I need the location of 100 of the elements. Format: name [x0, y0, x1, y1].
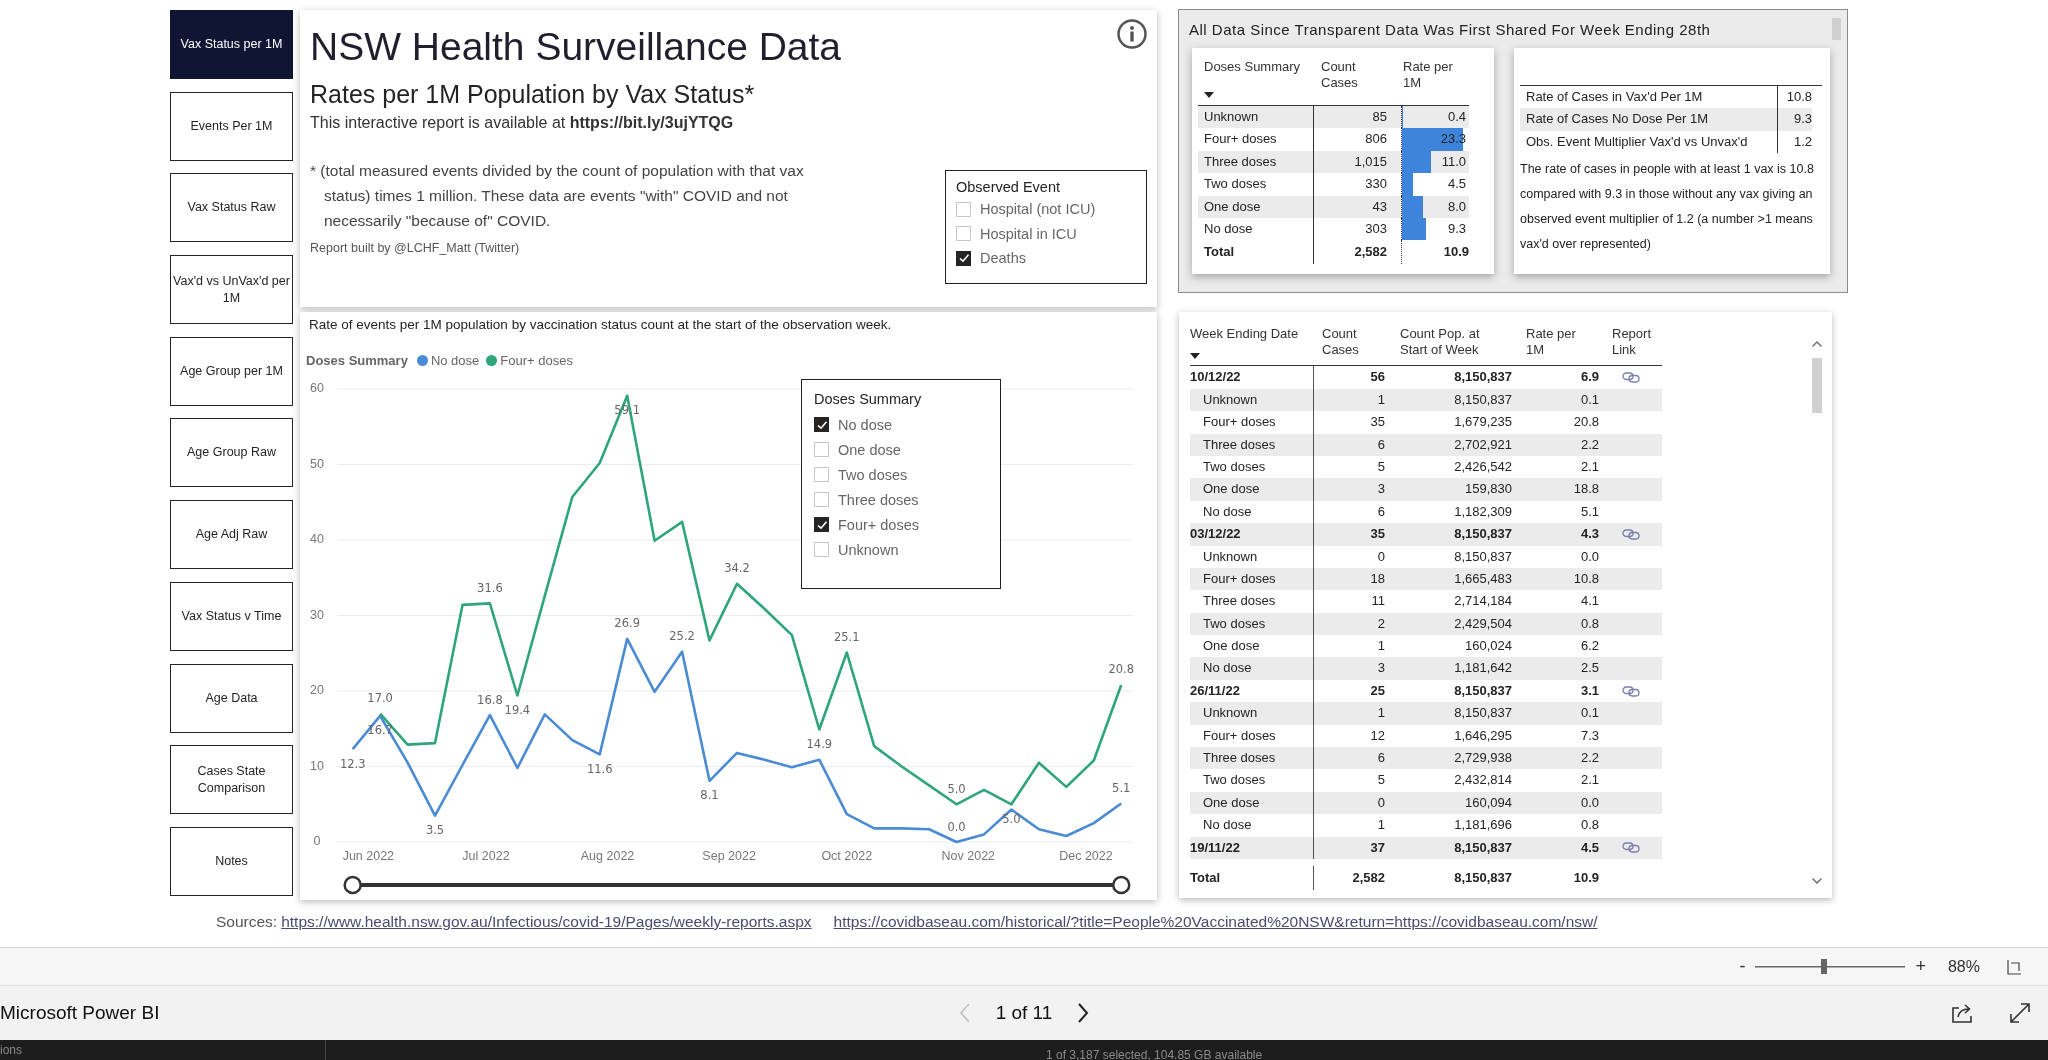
report-title: NSW Health Surveillance Data: [310, 24, 842, 70]
table-cell-text: 35: [1369, 413, 1385, 432]
sidebar-text: ions: [0, 1043, 22, 1057]
column-header[interactable]: Count Cases: [1322, 326, 1380, 358]
axis-label: Sep 2022: [702, 849, 756, 864]
table-cell-text: 6: [1376, 749, 1385, 768]
source-link[interactable]: https://www.health.nsw.gov.au/Infectious/covid-19/Pages/weekly-reports.aspx: [281, 913, 812, 931]
option-label: Unknown: [838, 541, 899, 558]
table-cell-text: 6: [1376, 435, 1385, 454]
table-cell-text: 3: [1376, 659, 1385, 678]
chart-caption: Rate of events per 1M population by vaccination status count at the start of the observation week.: [308, 317, 893, 333]
column-header[interactable]: Week Ending Date: [1190, 326, 1299, 342]
table-cell: Total: [1190, 866, 1314, 890]
link-icon[interactable]: [1621, 528, 1640, 540]
report-subtitle: Rates per 1M Population by Vax Status*: [310, 79, 756, 110]
table-cell: Unknown: [1190, 545, 1314, 568]
table-cell-text: 6: [1376, 502, 1385, 521]
table-cell-text: 5: [1376, 771, 1385, 790]
table-cell: 0.4: [1447, 109, 1466, 124]
column-header[interactable]: Count Pop. at Start of Week: [1400, 326, 1500, 358]
table-cell: One dose: [1190, 791, 1314, 815]
scroll-down-icon[interactable]: [1811, 877, 1823, 885]
table-cell-text: 2,429,504: [1453, 614, 1512, 633]
column-header[interactable]: Rate per 1M: [1403, 59, 1461, 91]
data-label: 17.0: [367, 691, 393, 706]
table-cell: Unknown: [1190, 702, 1314, 725]
table-cell-text: Rate of Cases in Vax'd Per 1M: [1525, 88, 1704, 106]
nav-button[interactable]: Age Group Raw: [170, 418, 293, 488]
column-header[interactable]: Doses Summary: [1204, 59, 1301, 75]
checkbox[interactable]: [956, 250, 971, 266]
table-cell-text: 1: [1376, 637, 1385, 656]
zoom-out-button[interactable]: -: [1739, 956, 1746, 977]
data-label: 31.6: [477, 580, 503, 595]
option-label: One dose: [838, 441, 901, 458]
table-cell-text: 37: [1369, 838, 1385, 857]
table-cell-text: 1,181,642: [1453, 659, 1512, 678]
app-name: Microsoft Power BI: [0, 1002, 161, 1024]
table-cell-text: 8,150,837: [1453, 704, 1512, 723]
next-page-icon[interactable]: [1076, 1002, 1091, 1024]
option-label: Three doses: [838, 491, 919, 508]
table-cell-text: 2,432,814: [1453, 771, 1512, 790]
table-cell-text: 8,150,837: [1453, 390, 1512, 409]
nav-button[interactable]: Age Group per 1M: [170, 336, 293, 406]
table-cell-text: 1,182,309: [1453, 502, 1512, 521]
zoom-in-button[interactable]: +: [1915, 956, 1926, 977]
table-cell: Three doses: [1198, 150, 1314, 174]
link-icon[interactable]: [1621, 685, 1640, 697]
info-icon[interactable]: [1117, 19, 1147, 49]
scrollbar-thumb[interactable]: [1832, 18, 1841, 40]
nav-button[interactable]: Notes: [170, 826, 293, 896]
nav-button[interactable]: Vax'd vs UnVax'd per 1M: [170, 255, 293, 325]
nav-button[interactable]: Age Data: [170, 663, 293, 733]
table-cell-text: 2.2: [1579, 435, 1599, 454]
expand-icon[interactable]: [2008, 1001, 2032, 1025]
sort-icon[interactable]: [1190, 353, 1200, 360]
link-icon[interactable]: [1621, 842, 1640, 854]
nav-button[interactable]: Events Per 1M: [170, 91, 293, 161]
nav-button[interactable]: Age Adj Raw: [170, 500, 293, 570]
option-label: Four+ doses: [838, 516, 919, 533]
nav-button[interactable]: Cases State Comparison: [170, 745, 293, 815]
option-label: Hospital in ICU: [980, 225, 1077, 242]
fit-page-icon[interactable]: [2006, 958, 2022, 975]
table-cell-text: 1,646,295: [1453, 726, 1512, 745]
data-label: 5.0: [1002, 811, 1021, 826]
axis-label: Jul 2022: [462, 849, 510, 864]
table-cell-text: 2.1: [1579, 457, 1599, 476]
table-cell-text: 2,702,921: [1453, 435, 1512, 454]
date-range-slider[interactable]: [343, 875, 1131, 895]
table-cell-text: 2,714,184: [1453, 592, 1512, 611]
nav-button[interactable]: Vax Status v Time: [170, 581, 293, 651]
nav-button[interactable]: Vax Status Raw: [170, 173, 293, 243]
table-cell-text: 8,150,837: [1453, 368, 1512, 387]
axis-label: 50: [310, 456, 324, 471]
table-cell-text: 6.9: [1579, 368, 1599, 387]
table-cell-text: 4.5: [1579, 838, 1599, 857]
data-label: 5.1: [1112, 781, 1131, 795]
data-label: 11.6: [586, 761, 613, 776]
summary-note: The rate of cases in people with at least 1 vax is 10.8 compared with 9.3 in those without any vax giving an observed event multiplier of 1.2 (a number >1 means vax'd over represented): [1520, 161, 1815, 254]
table-cell-text: Obs. Event Multiplier Vax'd vs Unvax'd: [1525, 132, 1749, 151]
checkbox[interactable]: [814, 517, 829, 532]
checkbox[interactable]: [814, 417, 829, 432]
scroll-up-icon[interactable]: [1811, 340, 1823, 348]
column-header[interactable]: Count Cases: [1321, 59, 1379, 91]
axis-label: 0: [313, 834, 321, 849]
nav-button[interactable]: Vax Status per 1M: [170, 10, 293, 79]
availability-text: This interactive report is available at https://bit.ly/3ujYTQG: [310, 113, 735, 133]
data-label: 8.1: [700, 788, 719, 803]
column-header[interactable]: Report Link: [1612, 326, 1662, 358]
source-link[interactable]: https://covidbaseau.com/historical/?title=People%20Vaccinated%20NSW&return=https://covidbaseau.com/nsw/: [833, 913, 1598, 931]
option-label: Deaths: [980, 250, 1026, 267]
table-cell: 03/12/22: [1190, 523, 1314, 546]
sort-icon[interactable]: [1204, 92, 1214, 98]
table-cell-text: 0.0: [1579, 547, 1599, 566]
table-cell: Two doses: [1190, 612, 1314, 636]
scrollbar-thumb[interactable]: [1812, 358, 1822, 413]
column-header[interactable]: Rate per 1M: [1526, 326, 1584, 358]
table-cell: 8.0: [1447, 198, 1466, 214]
slider-thumb[interactable]: [1821, 959, 1828, 974]
axis-label: 60: [310, 381, 324, 396]
link-icon[interactable]: [1621, 372, 1640, 384]
